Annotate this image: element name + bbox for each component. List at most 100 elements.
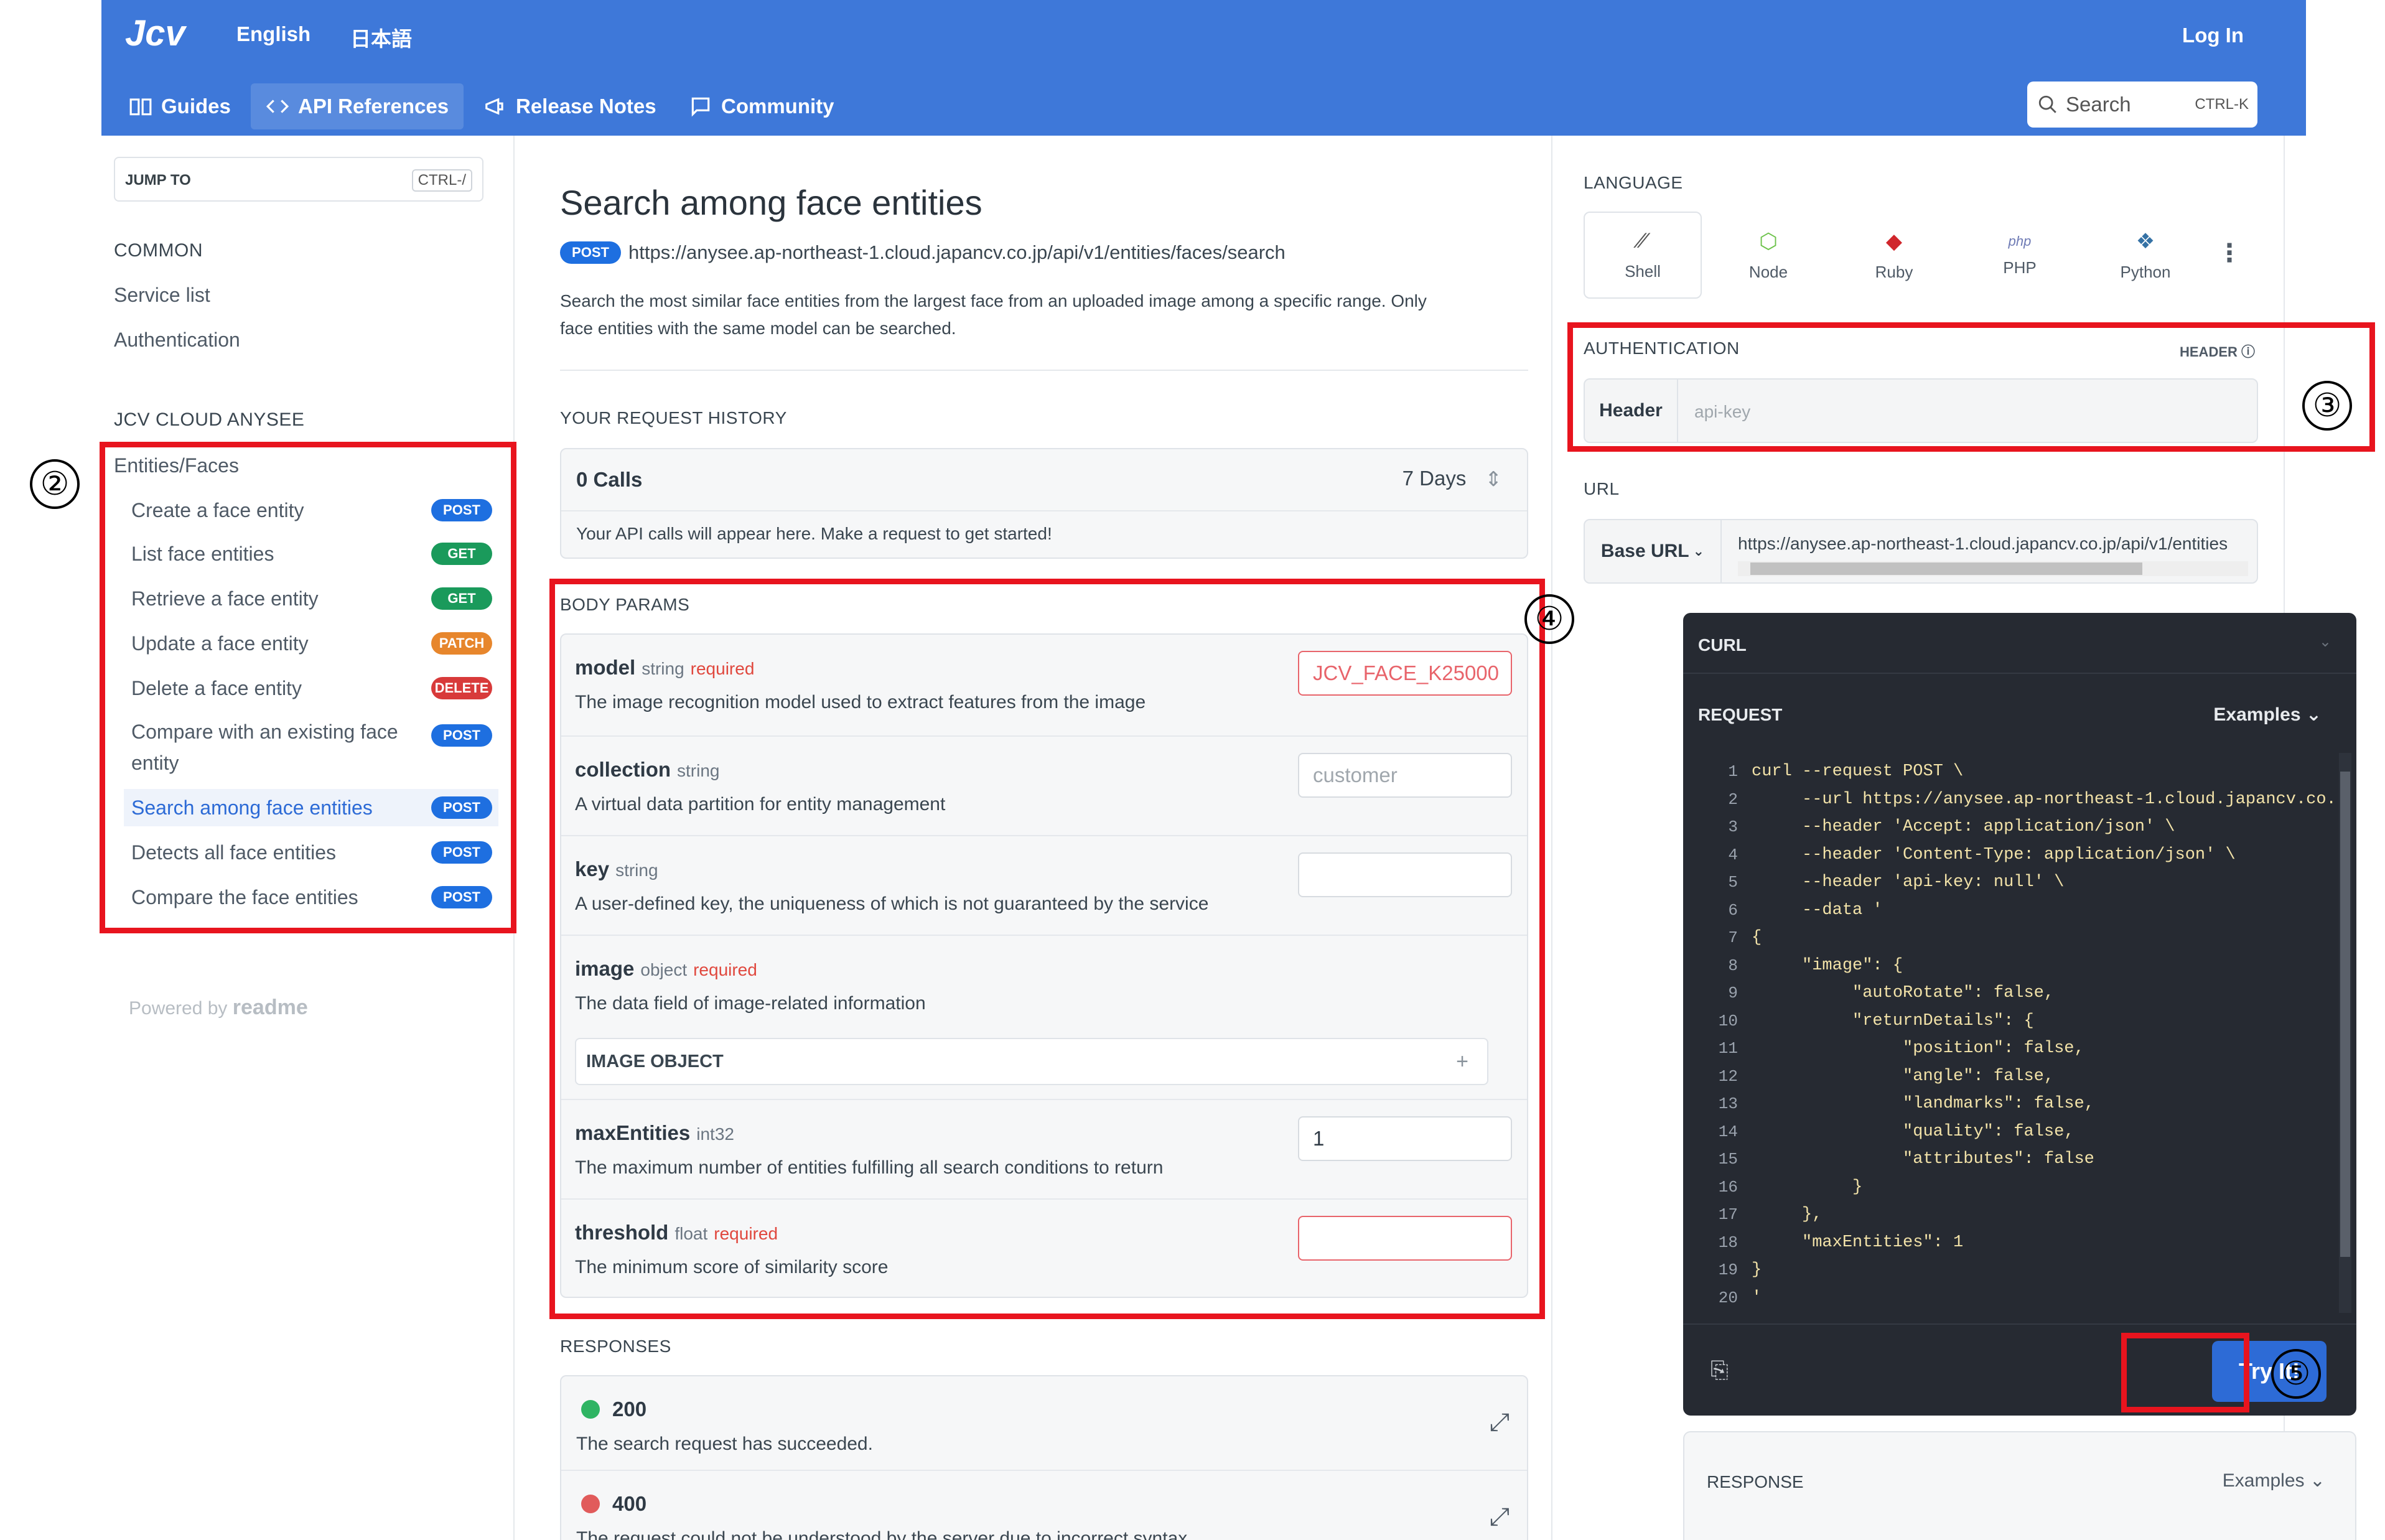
history-heading: YOUR REQUEST HISTORY — [560, 408, 787, 427]
expand-icon[interactable]: ⤢ — [1490, 1503, 1510, 1531]
chat-icon — [691, 97, 710, 117]
more-languages-icon[interactable]: ⋮ — [2217, 239, 2242, 268]
search-box[interactable]: Search CTRL-K — [2027, 82, 2257, 128]
base-url-select[interactable]: Base URL ⌄ — [1585, 520, 1722, 582]
days-select-value: 7 Days — [1402, 467, 1467, 490]
line-number: 4 — [1728, 845, 1738, 864]
search-icon — [2038, 95, 2056, 113]
code-line: { — [1752, 928, 1762, 947]
nav-release-notes[interactable]: Release Notes — [469, 83, 671, 129]
code-line: } — [1752, 1177, 1863, 1197]
annotation-box-5 — [2121, 1333, 2249, 1412]
code-line: "angle": false, — [1752, 1066, 2055, 1086]
responses-heading: RESPONSES — [560, 1337, 671, 1356]
sidebar-item-authentication[interactable]: Authentication — [114, 329, 240, 352]
line-number: 16 — [1718, 1177, 1738, 1197]
page-title: Search among face entities — [560, 183, 982, 222]
code-footer-divider — [1683, 1323, 2356, 1325]
jcv-logo[interactable]: Jcv — [125, 11, 200, 55]
curl-heading: CURL — [1698, 635, 1747, 655]
right-panel-divider — [1551, 136, 1552, 1540]
python-icon: ❖ — [2135, 229, 2155, 253]
updown-chevron-icon: ⇕ — [1485, 467, 1502, 490]
code-icon — [266, 100, 289, 113]
line-number: 13 — [1718, 1094, 1738, 1113]
response-400-row[interactable]: 400 The request could not be understood … — [561, 1471, 1527, 1540]
calls-count: 0 Calls — [576, 468, 643, 491]
response-200-row[interactable]: 200 The search request has succeeded. ⤢ — [561, 1376, 1527, 1470]
base-url-label: Base URL — [1600, 541, 1689, 561]
code-line: --data ' — [1752, 900, 1883, 920]
callout-2: ② — [30, 459, 80, 509]
php-icon: php — [2008, 233, 2032, 249]
nav-community[interactable]: Community — [674, 83, 849, 129]
vertical-scrollbar[interactable] — [2339, 753, 2351, 1313]
code-line: "landmarks": false, — [1752, 1094, 2094, 1113]
examples-dropdown[interactable]: Examples ⌄ — [2213, 704, 2322, 726]
callout-4: ④ — [1524, 594, 1574, 644]
request-heading: REQUEST — [1698, 705, 1783, 724]
days-select[interactable]: 7 Days ⇕ — [1403, 467, 1502, 491]
node-icon: ⬡ — [1759, 229, 1778, 253]
line-number: 9 — [1728, 984, 1738, 1002]
nav-api-references[interactable]: API References — [251, 83, 464, 129]
main-nav: Guides API References Release Notes Comm… — [101, 81, 2306, 136]
lang-tab-shell[interactable]: ⁄⁄ Shell — [1584, 212, 1702, 299]
lang-tab-node[interactable]: ⬡ Node — [1709, 212, 1827, 299]
chevron-down-icon: ⌄ — [1692, 543, 1705, 559]
horizontal-scrollbar[interactable] — [1738, 561, 2248, 576]
lang-label: Ruby — [1875, 262, 1913, 281]
jump-to-label: JUMP TO — [125, 172, 191, 189]
sidebar-item-service-list[interactable]: Service list — [114, 284, 210, 307]
powered-by-readme[interactable]: Powered by readme — [129, 996, 308, 1020]
lang-tab-python[interactable]: ❖ Python — [2086, 212, 2205, 299]
language-heading: LANGUAGE — [1584, 173, 1683, 192]
line-number: 2 — [1728, 790, 1738, 809]
book-icon — [129, 98, 152, 116]
nav-guides[interactable]: Guides — [114, 83, 246, 129]
nav-api-references-label: API References — [298, 95, 449, 118]
jump-to-input[interactable]: JUMP TO CTRL-/ — [114, 157, 483, 202]
base-url-value: https://anysee.ap-northeast-1.cloud.japa… — [1738, 534, 2228, 553]
response-panel: RESPONSE Examples ⌄ — [1683, 1431, 2356, 1540]
shell-icon: ⁄⁄ — [1639, 229, 1646, 253]
lang-label: PHP — [2003, 258, 2037, 277]
lang-label: Python — [2120, 262, 2171, 281]
line-number: 11 — [1718, 1039, 1738, 1058]
endpoint-url-row: POST https://anysee.ap-northeast-1.cloud… — [560, 241, 1286, 264]
line-number: 8 — [1728, 956, 1738, 975]
response-examples-dropdown[interactable]: Examples ⌄ — [2223, 1470, 2325, 1491]
jump-to-shortcut: CTRL-/ — [411, 169, 472, 192]
line-number: 18 — [1718, 1233, 1738, 1252]
callout-3: ③ — [2302, 381, 2352, 431]
lang-english-link[interactable]: English — [236, 22, 310, 46]
code-line: "returnDetails": { — [1752, 1011, 2034, 1030]
search-placeholder: Search — [2066, 93, 2131, 116]
code-line: "quality": false, — [1752, 1122, 2075, 1141]
scrollbar-thumb[interactable] — [2340, 772, 2350, 1257]
examples-label: Examples — [2222, 1470, 2305, 1491]
description-line-1: Search the most similar face entities fr… — [560, 291, 1427, 310]
lang-tab-php[interactable]: php PHP — [1961, 212, 2079, 299]
line-number: 6 — [1728, 900, 1738, 920]
response-code: 400 — [612, 1492, 647, 1515]
description-line-2: face entities with the same model can be… — [560, 319, 956, 338]
chevron-down-icon[interactable]: ⌄ — [2319, 633, 2331, 651]
line-number: 3 — [1728, 818, 1738, 836]
responses-card: 200 The search request has succeeded. ⤢ … — [560, 1375, 1528, 1540]
search-shortcut: CTRL-K — [2195, 96, 2249, 113]
nav-community-label: Community — [721, 95, 834, 118]
login-link[interactable]: Log In — [2182, 24, 2244, 47]
scrollbar-thumb[interactable] — [1750, 562, 2142, 575]
lang-tab-ruby[interactable]: ◆ Ruby — [1835, 212, 1953, 299]
lang-japanese-link[interactable]: 日本語 — [350, 22, 412, 52]
code-panel: CURL ⌄ REQUEST Examples ⌄ 1 curl --reques… — [1683, 613, 2356, 1416]
request-history-card: 0 Calls 7 Days ⇕ Your API calls will appe… — [560, 448, 1528, 559]
expand-icon[interactable]: ⤢ — [1490, 1409, 1510, 1437]
code-line: --url https://anysee.ap-northeast-1.clou… — [1752, 790, 2336, 809]
svg-text:Jcv: Jcv — [125, 13, 187, 54]
response-heading: RESPONSE — [1707, 1472, 1804, 1491]
page: Jcv English 日本語 Log In Guides API Refere… — [100, 0, 2375, 1540]
code-line: "maxEntities": 1 — [1752, 1233, 1964, 1252]
clipboard-icon[interactable]: ⎘ — [1711, 1357, 1729, 1384]
